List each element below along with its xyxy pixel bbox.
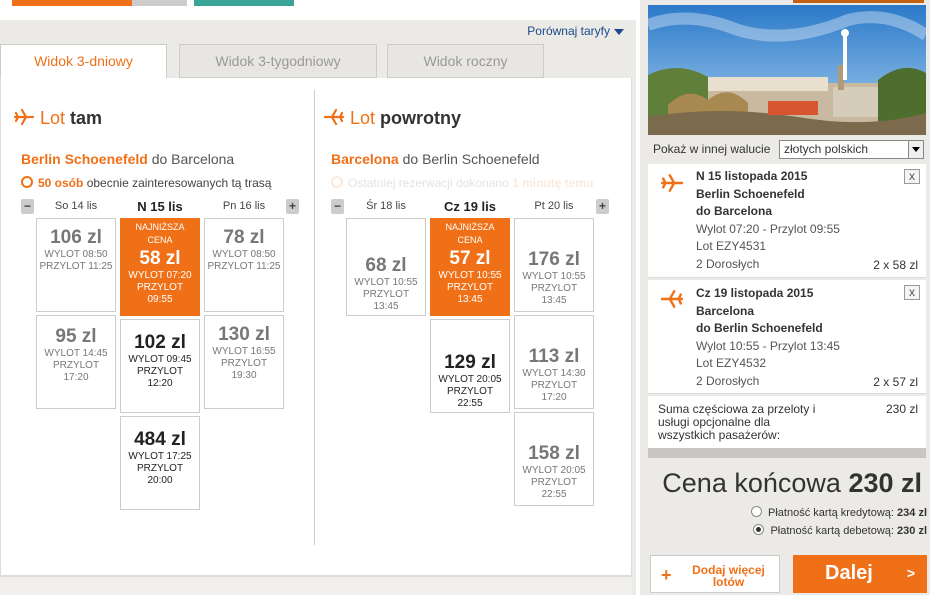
- fare-card-lowest[interactable]: NAJNIŻSZA CENA 57 zl WYLOT 10:55 PRZYLOT 13:…: [430, 218, 510, 316]
- fare-card[interactable]: 484 zl WYLOT 17:25 PRZYLOT 20:00: [120, 416, 200, 510]
- plus-icon: +: [661, 565, 672, 585]
- credit-radio[interactable]: [751, 506, 763, 517]
- final-price: Cena końcowa 230 zl: [662, 468, 922, 498]
- remove-outbound-button[interactable]: x: [904, 169, 920, 184]
- fare-card[interactable]: 78 zl WYLOT 08:50 PRZYLOT 11:25: [204, 218, 284, 312]
- top-progress-teal: [194, 0, 294, 6]
- next-button[interactable]: Dalej >: [793, 555, 927, 593]
- fare-card-lowest[interactable]: NAJNIŻSZA CENA 58 zl WYLOT 07:20 PRZYLOT 09:…: [120, 218, 200, 316]
- close-icon: x: [909, 285, 915, 299]
- outbound-route: Berlin Schoenefeld do Barcelona: [21, 151, 235, 167]
- plane-outbound-icon: [661, 174, 683, 192]
- bottom-strip: [0, 576, 632, 595]
- remove-return-button[interactable]: x: [904, 285, 920, 300]
- day-label-selected: N 15 lis: [137, 199, 183, 214]
- booking-summary-sidebar: Pokaż w innej walucie złotych polskich N…: [640, 0, 930, 595]
- close-icon: x: [909, 169, 915, 183]
- compare-label: Porównaj taryfy: [527, 24, 610, 38]
- return-last-reservation: Ostatniej rezerwacji dokonano 1 minutę t…: [331, 176, 593, 190]
- next-days-button[interactable]: +: [286, 199, 299, 214]
- pay-debit-option[interactable]: Płatność kartą debetową: 230 zl: [753, 524, 927, 537]
- chevron-down-icon: [614, 28, 624, 35]
- outbound-price: 2 x 58 zl: [873, 258, 918, 272]
- tab-3-week[interactable]: Widok 3-tygodniowy: [179, 44, 377, 78]
- return-title: Lot powrotny: [350, 108, 462, 128]
- compare-fares-link[interactable]: Porównaj taryfy: [527, 24, 624, 38]
- top-bar: [0, 0, 636, 20]
- fare-card[interactable]: 106 zl WYLOT 08:50 PRZYLOT 11:25: [36, 218, 116, 312]
- chevron-down-icon: [908, 141, 923, 158]
- return-price: 2 x 57 zl: [873, 375, 918, 389]
- outbound-summary: N 15 listopada 2015 Berlin Schoenefeld d…: [648, 164, 926, 278]
- separator: [648, 448, 926, 458]
- fare-card[interactable]: 113 zl WYLOT 14:30 PRZYLOT 17:20: [514, 315, 594, 409]
- tab-yearly[interactable]: Widok roczny: [387, 44, 544, 78]
- day-label-selected: Cz 19 lis: [443, 199, 497, 214]
- prev-days-button[interactable]: −: [21, 199, 34, 214]
- fare-card[interactable]: 158 zl WYLOT 20:05 PRZYLOT 22:55: [514, 412, 594, 506]
- debit-radio[interactable]: [753, 524, 765, 535]
- day-label: Śr 18 lis: [366, 200, 406, 212]
- outbound-day-row: − So 14 lis N 15 lis Pn 16 lis +: [21, 199, 301, 216]
- return-route: Barcelona do Berlin Schoenefeld: [331, 151, 540, 167]
- currency-row: Pokaż w innej walucie złotych polskich: [640, 138, 930, 162]
- day-label: Pn 16 lis: [222, 200, 266, 212]
- main-area: Porównaj taryfy Widok 3-dniowy Widok 3-t…: [0, 0, 636, 595]
- top-progress-orange: [12, 0, 132, 6]
- currency-label: Pokaż w innej walucie: [653, 142, 771, 156]
- fare-card[interactable]: 102 zl WYLOT 09:45 PRZYLOT 12:20: [120, 319, 200, 413]
- plane-outbound-icon: [14, 108, 34, 126]
- plane-return-icon: [324, 108, 344, 126]
- fare-card[interactable]: 95 zl WYLOT 14:45 PRZYLOT 17:20: [36, 315, 116, 409]
- subtotal-box: Suma częściowa za przeloty i usługi opcjo…: [648, 396, 926, 448]
- fare-card[interactable]: 68 zl WYLOT 10:55 PRZYLOT 13:45: [346, 218, 426, 316]
- top-progress-gray: [132, 0, 187, 6]
- outbound-title: Lot tam: [40, 108, 103, 128]
- add-more-flights-button[interactable]: + Dodaj więcej lotów: [650, 555, 780, 593]
- section-divider: [314, 90, 315, 545]
- next-days-button[interactable]: +: [596, 199, 609, 214]
- alarm-clock-icon: [331, 176, 343, 188]
- subtotal-value: 230 zl: [885, 402, 918, 416]
- currency-select[interactable]: złotych polskich: [779, 140, 924, 159]
- return-day-row: − Śr 18 lis Cz 19 lis Pt 20 lis +: [331, 199, 611, 216]
- fare-card[interactable]: 130 zl WYLOT 16:55 PRZYLOT 19:30: [204, 315, 284, 409]
- top-strip: [793, 0, 924, 3]
- outbound-summary-details: N 15 listopada 2015 Berlin Schoenefeld d…: [696, 169, 840, 271]
- outbound-interest: 50 osób obecnie zainteresowanych tą tras…: [21, 176, 271, 190]
- prev-days-button[interactable]: −: [331, 199, 344, 214]
- fare-card[interactable]: 176 zl WYLOT 10:55 PRZYLOT 13:45: [514, 218, 594, 312]
- fare-card[interactable]: 129 zl WYLOT 20:05 PRZYLOT 22:55: [430, 319, 510, 413]
- tab-3-day[interactable]: Widok 3-dniowy: [0, 44, 167, 80]
- day-label: Pt 20 lis: [534, 200, 574, 212]
- alarm-clock-icon: [21, 176, 33, 188]
- subtotal-label: Suma częściowa za przeloty i usługi opcjo…: [658, 402, 816, 442]
- chevron-right-icon: >: [906, 565, 915, 581]
- plane-return-icon: [661, 290, 683, 308]
- return-summary: Cz 19 listopada 2015 Barcelona do Berlin…: [648, 280, 926, 394]
- destination-photo: [648, 5, 926, 135]
- return-summary-details: Cz 19 listopada 2015 Barcelona do Berlin…: [696, 286, 840, 388]
- day-label: So 14 lis: [54, 200, 98, 212]
- pay-credit-option[interactable]: Płatność kartą kredytową: 234 zl: [751, 506, 927, 519]
